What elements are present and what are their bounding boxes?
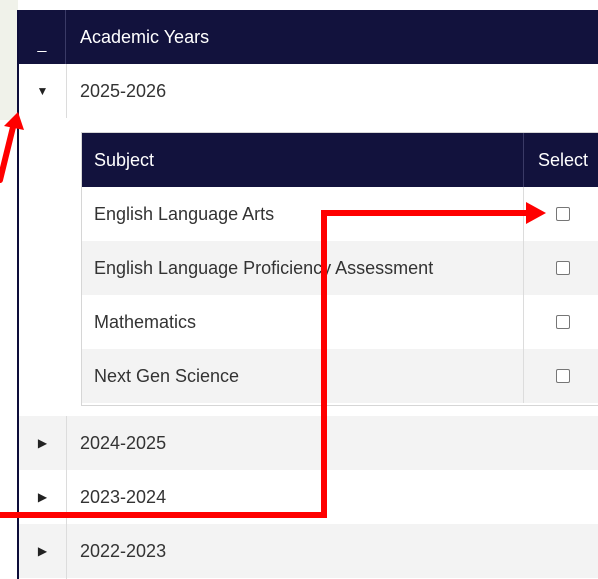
page-margin-top	[0, 0, 18, 120]
year-label: 2022-2023	[80, 541, 167, 561]
subject-name: Mathematics	[94, 312, 197, 332]
subject-row: English Language Proficiency Assessment	[82, 241, 598, 295]
expanded-triangle-icon[interactable]: ▼	[19, 64, 66, 118]
year-row-2023-2024[interactable]: ▶ 2023-2024	[19, 470, 598, 524]
year-label: 2023-2024	[80, 487, 167, 507]
year-row-2022-2023[interactable]: ▶ 2022-2023	[19, 524, 598, 578]
collapse-all-button[interactable]: _	[19, 10, 66, 64]
academic-years-table: _ Academic Years ▼ 2025-2026 Subject Sel…	[17, 10, 598, 579]
collapsed-triangle-icon[interactable]: ▶	[19, 524, 66, 578]
collapsed-triangle-icon[interactable]: ▶	[19, 416, 66, 470]
select-cell	[523, 241, 598, 295]
select-checkbox[interactable]	[555, 261, 570, 275]
select-cell	[523, 295, 598, 349]
header-academic-years: Academic Years	[80, 27, 210, 47]
header-select: Select	[523, 133, 598, 187]
year-label: 2025-2026	[80, 81, 167, 101]
select-cell	[523, 349, 598, 403]
header-subject: Subject	[94, 150, 155, 170]
select-cell	[523, 187, 598, 241]
subject-name: English Language Proficiency Assessment	[94, 258, 434, 278]
collapsed-triangle-icon[interactable]: ▶	[19, 470, 66, 524]
column-divider	[66, 416, 67, 579]
subjects-table: Subject Select English Language Arts Eng…	[81, 132, 598, 406]
select-checkbox[interactable]	[555, 207, 570, 221]
year-row-2024-2025[interactable]: ▶ 2024-2025	[19, 416, 598, 470]
column-divider	[66, 64, 67, 118]
subject-name: English Language Arts	[94, 204, 275, 224]
subject-row: Next Gen Science	[82, 349, 598, 403]
subjects-header: Subject Select	[82, 133, 598, 187]
year-row-2025-2026[interactable]: ▼ 2025-2026	[19, 64, 598, 118]
subject-name: Next Gen Science	[94, 366, 240, 386]
table-header: _ Academic Years	[19, 10, 598, 64]
select-checkbox[interactable]	[555, 315, 570, 329]
year-label: 2024-2025	[80, 433, 167, 453]
subject-row: English Language Arts	[82, 187, 598, 241]
select-checkbox[interactable]	[555, 369, 570, 383]
subject-row: Mathematics	[82, 295, 598, 349]
